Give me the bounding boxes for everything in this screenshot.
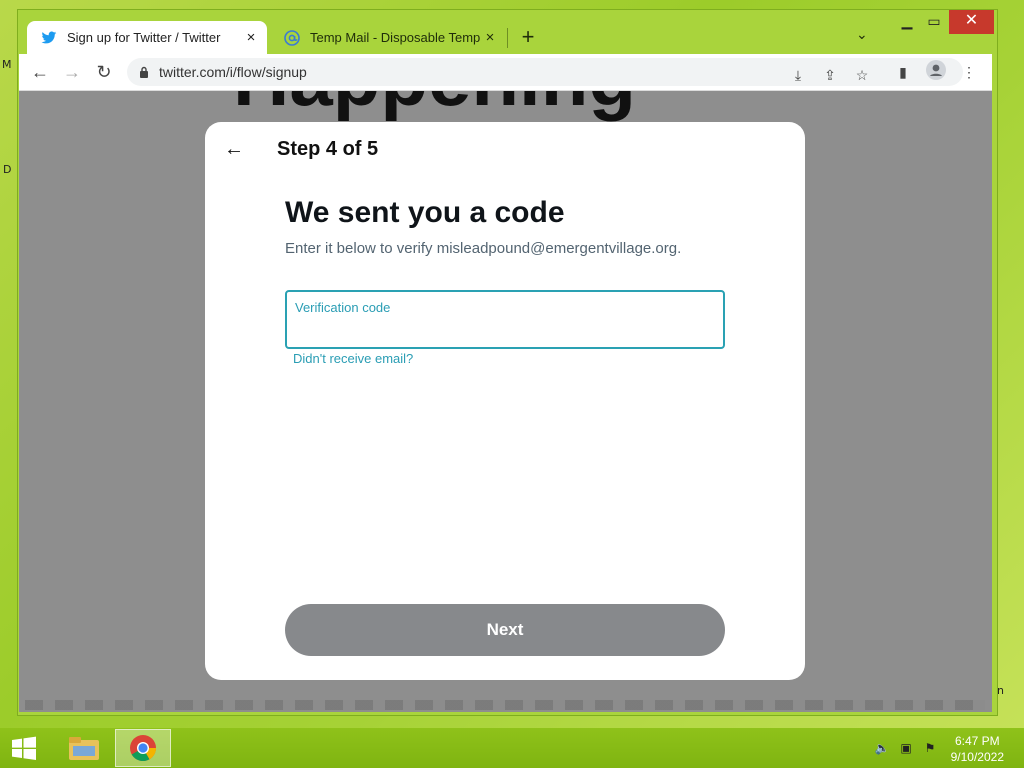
- minimize-button[interactable]: ▁: [894, 10, 920, 34]
- forward-arrow-icon[interactable]: →: [59, 60, 85, 84]
- file-explorer-taskbar-icon[interactable]: [56, 729, 112, 767]
- action-center-flag-icon[interactable]: ⚑: [922, 740, 938, 756]
- bookmark-star-icon[interactable]: ☆: [851, 64, 873, 86]
- install-app-icon[interactable]: ⤓: [787, 64, 809, 86]
- tab-divider: [507, 28, 508, 48]
- signup-modal: ← Step 4 of 5 We sent you a code Enter i…: [205, 122, 805, 680]
- step-indicator: Step 4 of 5: [277, 138, 379, 160]
- profile-avatar-icon[interactable]: [924, 60, 948, 84]
- maximize-button[interactable]: ▭: [921, 10, 947, 34]
- tab-search-chevron-icon[interactable]: ⌄: [856, 26, 868, 43]
- tab-title: Sign up for Twitter / Twitter: [67, 30, 221, 45]
- desktop-edge-label: D: [3, 163, 12, 176]
- new-tab-button[interactable]: +: [514, 24, 542, 52]
- next-button[interactable]: Next: [285, 604, 725, 656]
- tab-title: Temp Mail - Disposable Temporary: [310, 30, 480, 45]
- close-tab-icon[interactable]: ×: [480, 29, 500, 46]
- side-panel-icon[interactable]: ▮: [891, 60, 915, 84]
- address-bar[interactable]: twitter.com/i/flow/signup ⤓ ⇪ ☆: [127, 58, 963, 86]
- tab-twitter-signup[interactable]: Sign up for Twitter / Twitter ×: [27, 21, 267, 54]
- tab-strip: Sign up for Twitter / Twitter × Temp Mai…: [18, 10, 997, 54]
- twitter-bird-icon: [41, 30, 57, 46]
- windows-start-icon[interactable]: [10, 736, 38, 760]
- clock-date: 9/10/2022: [950, 750, 1004, 764]
- verification-code-input[interactable]: [295, 320, 719, 344]
- chrome-taskbar-icon[interactable]: [115, 729, 171, 767]
- browser-window: Sign up for Twitter / Twitter × Temp Mai…: [17, 9, 998, 716]
- share-icon[interactable]: ⇪: [819, 64, 841, 86]
- desktop-edge-label: n: [997, 684, 1004, 697]
- close-window-button[interactable]: ✕: [949, 10, 994, 34]
- verification-code-label: Verification code: [295, 300, 391, 315]
- verification-code-field[interactable]: Verification code: [285, 290, 725, 349]
- close-tab-icon[interactable]: ×: [241, 29, 261, 46]
- back-arrow-icon[interactable]: ←: [27, 60, 53, 84]
- lock-icon: [140, 66, 148, 78]
- browser-toolbar: ← → ↻ twitter.com/i/flow/signup ⤓ ⇪ ☆ ▮ …: [19, 54, 992, 91]
- modal-back-arrow-icon[interactable]: ←: [219, 136, 249, 162]
- speaker-muted-icon[interactable]: 🔈: [874, 740, 890, 756]
- desktop-edge-label: M: [2, 58, 12, 71]
- page-viewport: Happening ← Step 4 of 5 We sent you a co…: [19, 91, 992, 712]
- at-sign-icon: [284, 29, 300, 46]
- resend-email-link[interactable]: Didn't receive email?: [293, 351, 413, 366]
- menu-kebab-icon[interactable]: ⋮: [957, 60, 981, 84]
- taskbar: 🔈 ▣ ⚑ 6:47 PM 9/10/2022: [0, 728, 1024, 768]
- tab-temp-mail[interactable]: Temp Mail - Disposable Temporary ×: [270, 21, 506, 54]
- url-text: twitter.com/i/flow/signup: [159, 64, 307, 80]
- network-icon[interactable]: ▣: [898, 740, 914, 756]
- page-title: We sent you a code: [285, 196, 565, 229]
- background-footer-links: [25, 700, 985, 710]
- clock-time: 6:47 PM: [954, 734, 1000, 748]
- background-heading: Happening: [233, 91, 636, 124]
- system-clock[interactable]: 6:47 PM 9/10/2022: [951, 733, 1004, 765]
- verification-instructions: Enter it below to verify misleadpound@em…: [285, 240, 682, 257]
- reload-icon[interactable]: ↻: [91, 60, 117, 84]
